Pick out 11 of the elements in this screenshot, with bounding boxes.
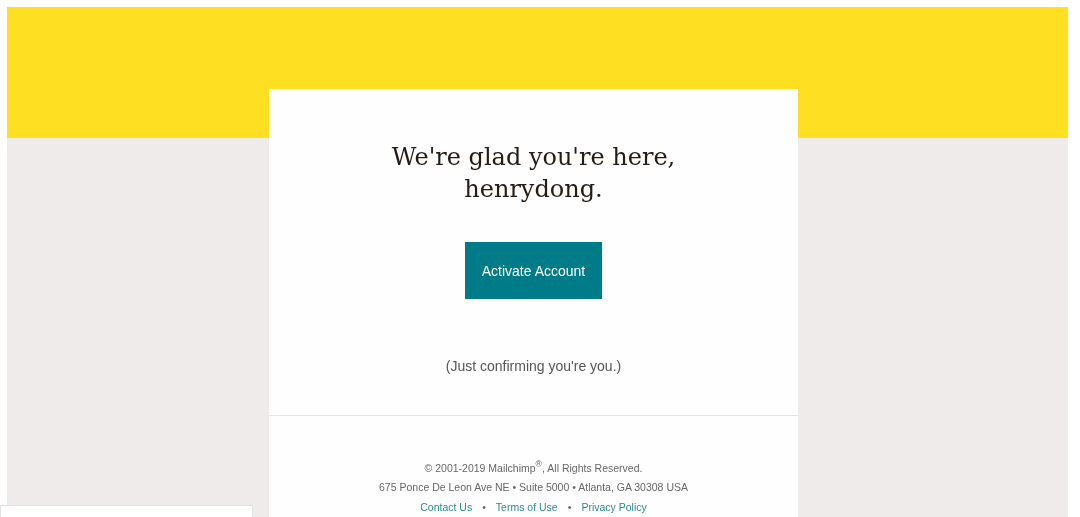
separator-dot: • [482,500,486,515]
separator-dot: • [567,500,572,515]
footer-link[interactable]: Privacy Policy [581,497,647,517]
note-text: (Just confirming you're you.) [445,358,622,374]
footer-link[interactable]: Terms of Use [495,497,558,517]
address-text: 675 Ponce De Leon Ave NE • Suite 5000 • Atlanta, GA 30308 USA [379,480,688,495]
footer-link[interactable]: Contact Us [420,497,473,517]
activate-account-button[interactable]: Activate Account [465,242,602,299]
heading-text: henrydong. [464,174,603,205]
copyright-text: © 2001-2019 Mailchimp$^{®}$, All Rights Reserved. [424,457,643,476]
heading-text: We're glad you're here, [391,142,676,173]
